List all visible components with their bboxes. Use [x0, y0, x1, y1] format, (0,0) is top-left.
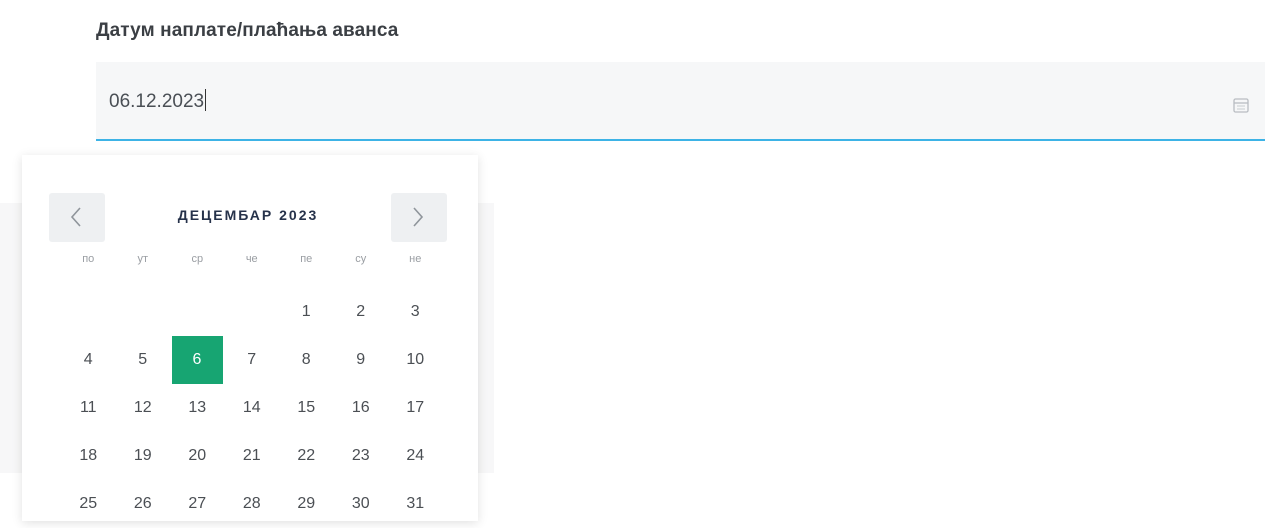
text-caret — [205, 89, 207, 111]
day-cell[interactable]: 16 — [334, 384, 389, 432]
day-cell[interactable]: 7 — [225, 336, 280, 384]
datepicker-popup: ДЕЦЕМБАР 2023 по ут ср че пе су не 1 2 3… — [22, 155, 478, 521]
weekday-label: ут — [137, 253, 149, 265]
day-cell-empty — [170, 288, 225, 336]
week-row: 1 2 3 — [61, 288, 443, 336]
date-input-value: 06.12.2023 — [109, 91, 205, 112]
chevron-left-icon — [70, 207, 81, 227]
day-cell[interactable]: 24 — [388, 432, 443, 480]
day-cell[interactable]: 17 — [388, 384, 443, 432]
day-cell[interactable]: 23 — [334, 432, 389, 480]
day-cell[interactable]: 11 — [61, 384, 116, 432]
chevron-right-icon — [413, 207, 424, 227]
day-cell-selected[interactable]: 6 — [171, 336, 223, 384]
week-row: 11 12 13 14 15 16 17 — [61, 384, 443, 432]
day-cell[interactable]: 12 — [116, 384, 171, 432]
weekday-label: по — [82, 253, 95, 265]
day-cell[interactable]: 3 — [388, 288, 443, 336]
day-cell-empty — [116, 288, 171, 336]
date-input[interactable]: 06.12.2023 — [109, 89, 207, 113]
day-cell[interactable]: 18 — [61, 432, 116, 480]
week-row: 18 19 20 21 22 23 24 — [61, 432, 443, 480]
day-cell[interactable]: 14 — [225, 384, 280, 432]
day-cell[interactable]: 13 — [170, 384, 225, 432]
field-label: Датум наплате/плаћања аванса — [96, 20, 399, 41]
day-cell[interactable]: 21 — [225, 432, 280, 480]
day-cell[interactable]: 19 — [116, 432, 171, 480]
day-cell[interactable]: 20 — [170, 432, 225, 480]
day-cell[interactable]: 4 — [61, 336, 116, 384]
day-cell[interactable]: 22 — [279, 432, 334, 480]
week-row: 4 5 6 7 8 9 10 — [61, 336, 443, 384]
day-cell[interactable]: 5 — [116, 336, 171, 384]
calendar-icon[interactable] — [1233, 97, 1249, 113]
weekday-header: по ут ср че пе су не — [61, 253, 443, 265]
next-month-button[interactable] — [391, 193, 447, 242]
day-cell[interactable]: 2 — [334, 288, 389, 336]
weekday-label: су — [355, 253, 367, 265]
day-cell[interactable]: 8 — [279, 336, 334, 384]
month-title: ДЕЦЕМБАР 2023 — [177, 207, 319, 223]
weekday-label: не — [409, 253, 422, 265]
day-cell[interactable]: 9 — [334, 336, 389, 384]
day-cell-empty — [225, 288, 280, 336]
day-cell[interactable]: 1 — [279, 288, 334, 336]
day-cell[interactable]: 15 — [279, 384, 334, 432]
weekday-label: че — [245, 253, 258, 265]
prev-month-button[interactable] — [49, 193, 105, 242]
date-field[interactable]: 06.12.2023 — [96, 62, 1265, 141]
weekday-label: ср — [191, 253, 204, 265]
day-cell[interactable]: 10 — [388, 336, 443, 384]
day-cell-empty — [61, 288, 116, 336]
weekday-label: пе — [300, 253, 313, 265]
